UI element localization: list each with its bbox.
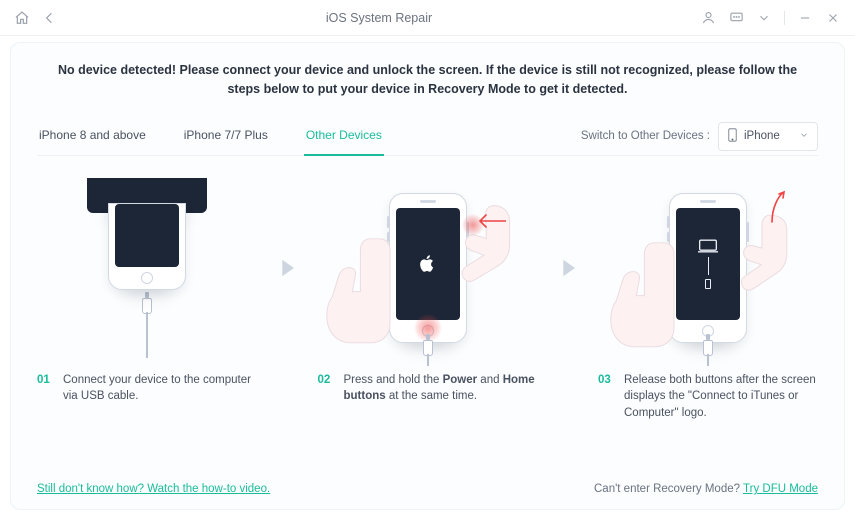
step-2: 02 Press and hold the Power and Home but…	[318, 178, 538, 405]
home-icon[interactable]	[14, 10, 30, 26]
step-text: Press and hold the Power and Home button…	[344, 372, 538, 405]
titlebar-separator	[784, 11, 785, 25]
slide-arrow-icon	[472, 214, 506, 228]
feedback-icon[interactable]	[728, 10, 744, 26]
device-tabs: iPhone 8 and above iPhone 7/7 Plus Other…	[37, 118, 384, 155]
step-1: 01 Connect your device to the computer v…	[37, 178, 257, 405]
computer-icon	[698, 239, 718, 253]
back-icon[interactable]	[42, 10, 58, 26]
try-dfu-link[interactable]: Try DFU Mode	[743, 483, 818, 495]
step-3-illustration	[598, 178, 818, 358]
tab-iphone8-above[interactable]: iPhone 8 and above	[37, 118, 148, 156]
step-number: 01	[37, 372, 53, 405]
step-2-illustration	[318, 178, 538, 358]
apple-logo-icon	[419, 254, 437, 274]
minimize-icon[interactable]	[797, 10, 813, 26]
window-title: iOS System Repair	[58, 11, 700, 25]
switch-selected-value: iPhone	[744, 130, 780, 142]
howto-video-link[interactable]: Still don't know how? Watch the how-to v…	[37, 483, 270, 495]
arrow-icon	[550, 178, 586, 358]
step-text: Connect your device to the computer via …	[63, 372, 257, 405]
footer: Still don't know how? Watch the how-to v…	[37, 477, 818, 495]
tab-iphone7[interactable]: iPhone 7/7 Plus	[182, 118, 270, 156]
arrow-icon	[269, 178, 305, 358]
main-panel: No device detected! Please connect your …	[10, 42, 845, 510]
chevron-down-icon[interactable]	[756, 10, 772, 26]
switch-label: Switch to Other Devices :	[581, 130, 710, 142]
step-3: 03 Release both buttons after the screen…	[598, 178, 818, 422]
steps-row: 01 Connect your device to the computer v…	[37, 178, 818, 477]
step-number: 03	[598, 372, 614, 422]
step-text: Release both buttons after the screen di…	[624, 372, 818, 422]
dfu-prompt: Can't enter Recovery Mode? Try DFU Mode	[594, 483, 818, 495]
tab-other-devices[interactable]: Other Devices	[304, 118, 384, 156]
switch-device-wrap: Switch to Other Devices : iPhone	[581, 122, 818, 151]
instruction-text: No device detected! Please connect your …	[37, 61, 818, 110]
step-number: 02	[318, 372, 334, 405]
release-arrow-icon	[768, 188, 788, 224]
switch-device-select[interactable]: iPhone	[718, 122, 818, 151]
account-icon[interactable]	[700, 10, 716, 26]
titlebar: iOS System Repair	[0, 0, 855, 36]
device-type-icon	[727, 128, 738, 145]
chevron-down-icon	[799, 130, 809, 143]
close-icon[interactable]	[825, 10, 841, 26]
step-1-illustration	[37, 178, 257, 358]
tabs-row: iPhone 8 and above iPhone 7/7 Plus Other…	[37, 118, 818, 156]
